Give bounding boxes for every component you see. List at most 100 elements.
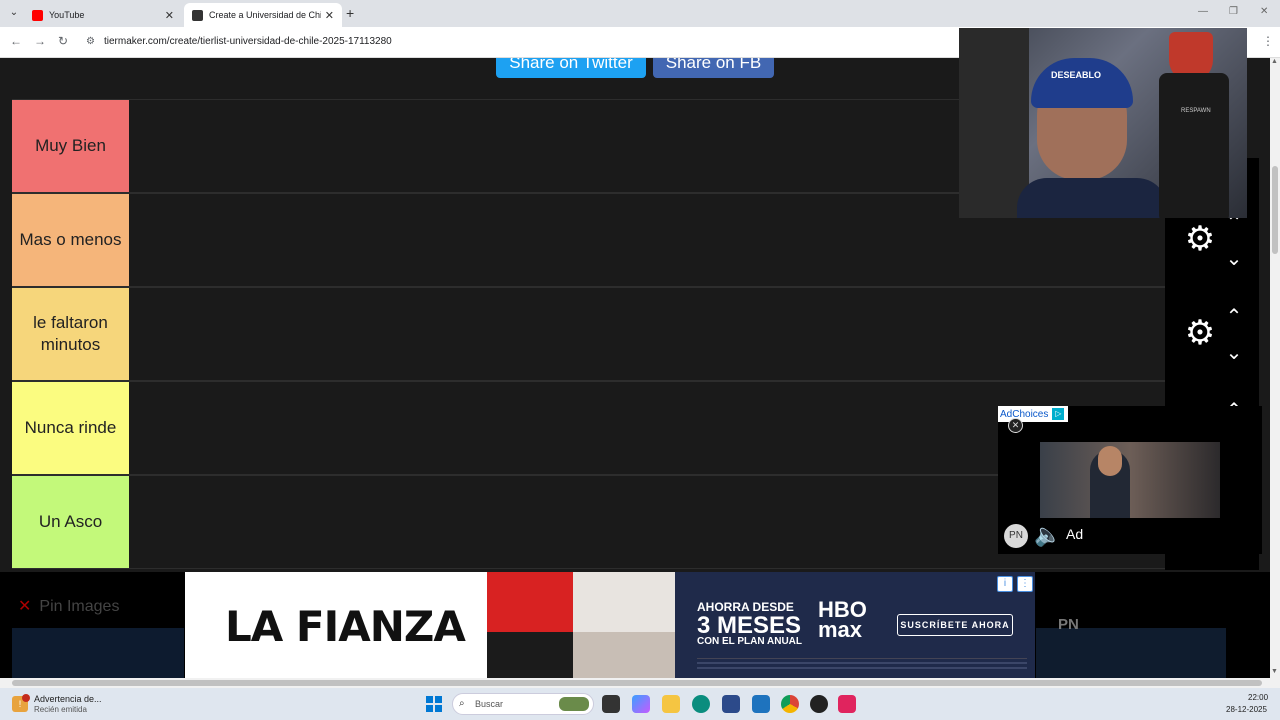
fine-print — [697, 658, 1027, 672]
collage-image — [573, 632, 675, 678]
cap-text: DESEABLO — [1051, 70, 1102, 80]
adchoices-label: AdChoices — [1000, 408, 1049, 420]
pn-badge: PN — [1004, 524, 1028, 548]
scroll-up-icon[interactable]: ▲ — [1271, 58, 1278, 65]
collage-image — [487, 632, 573, 678]
share-twitter-button[interactable]: Share on Twitter — [496, 58, 646, 78]
minimize-icon[interactable]: — — [1198, 6, 1208, 17]
horizontal-scrollbar[interactable] — [0, 678, 1280, 688]
search-highlight-image — [559, 697, 589, 711]
task-view-icon[interactable] — [602, 695, 620, 713]
pn-badge: PN — [1058, 616, 1079, 633]
taskbar-search[interactable]: ⌕ Buscar — [452, 693, 594, 715]
tier-label[interactable]: Nunca rinde — [12, 382, 129, 474]
copilot-icon[interactable] — [632, 695, 650, 713]
collage-image — [487, 572, 573, 632]
notification-dot — [22, 694, 30, 702]
chevron-up-icon[interactable]: ⌃ — [1223, 304, 1245, 329]
speaker-icon[interactable]: 🔈 — [1034, 522, 1061, 548]
tier-drop-zone[interactable] — [129, 288, 1165, 380]
webcam-overlay: DESEABLO RESPAWN — [959, 28, 1247, 218]
notification-title[interactable]: Advertencia de... — [34, 694, 102, 704]
ad-options-icon[interactable]: ⋮ — [1017, 576, 1033, 592]
streamer-body — [1017, 178, 1167, 218]
subscribe-button[interactable]: SUSCRÍBETE AHORA — [897, 614, 1013, 636]
ad-person-face — [1098, 446, 1122, 476]
close-tab-icon[interactable]: ✕ — [325, 9, 334, 22]
ad-info-icon[interactable]: i — [997, 576, 1013, 592]
vertical-scrollbar[interactable]: ▲ ▼ — [1270, 58, 1280, 678]
tier-label[interactable]: le faltaron minutos — [12, 288, 129, 380]
scrollbar-thumb[interactable] — [12, 680, 1262, 686]
banner-promo: AHORRA DESDE 3 MESES CON EL PLAN ANUAL H… — [675, 572, 1035, 678]
app-icon[interactable] — [810, 695, 828, 713]
browser-tab-bar: ⌄ YouTube ✕ Create a Universidad de Chil… — [0, 0, 1280, 27]
store-icon[interactable] — [722, 695, 740, 713]
outlook-icon[interactable] — [752, 695, 770, 713]
adchoices-badge[interactable]: AdChoices ▷ — [998, 406, 1068, 422]
tab-title: YouTube — [49, 10, 85, 20]
share-facebook-button[interactable]: Share on FB — [653, 58, 774, 78]
file-explorer-icon[interactable] — [662, 695, 680, 713]
search-placeholder: Buscar — [475, 699, 504, 709]
gear-icon[interactable]: ⚙ — [1183, 222, 1217, 256]
tab-title: Create a Universidad de Chile Ti — [209, 10, 321, 20]
url-field[interactable]: tiermaker.com/create/tierlist-universida… — [104, 36, 392, 47]
ad-video[interactable] — [1040, 442, 1220, 518]
edge-icon[interactable] — [692, 695, 710, 713]
video-ad-popup: AdChoices ▷ ✕ PN 🔈 Ad — [998, 406, 1262, 554]
chevron-down-icon[interactable]: ⌄ — [1223, 340, 1245, 365]
notification-subtitle: Recién emitida — [34, 705, 87, 714]
brand-bottom: max — [818, 617, 863, 642]
tiermaker-favicon-icon — [192, 9, 203, 21]
chevron-down-icon[interactable]: ⌄ — [1223, 246, 1245, 271]
collage-image — [573, 572, 675, 632]
ad-label: Ad — [1066, 526, 1084, 542]
pinned-image-thumbnails — [12, 628, 184, 678]
close-tab-icon[interactable]: ✕ — [165, 9, 174, 22]
scroll-down-icon[interactable]: ▼ — [1271, 668, 1278, 675]
restore-icon[interactable]: ❐ — [1229, 6, 1238, 17]
banner-collage — [487, 572, 675, 678]
adchoices-icon: ▷ — [1052, 408, 1065, 420]
clock-date[interactable]: 28-12-2025 — [1226, 705, 1267, 714]
youtube-favicon-icon — [32, 9, 43, 21]
tier-label[interactable]: Muy Bien — [12, 100, 129, 192]
chair — [1159, 73, 1229, 218]
pin-images-toggle[interactable]: ✕ Pin Images — [18, 596, 119, 616]
chrome-icon[interactable] — [781, 695, 799, 713]
tab-tiermaker[interactable]: Create a Universidad de Chile Ti ✕ — [184, 3, 342, 27]
close-window-icon[interactable]: ✕ — [1260, 6, 1268, 17]
bottom-ad-strip: ✕ Pin Images LA FIANZA AHORRA DESDE 3 MES… — [0, 572, 1270, 678]
tier-row: Un Asco — [12, 475, 1165, 569]
site-info-icon[interactable]: ⚙ — [86, 36, 95, 47]
tab-youtube[interactable]: YouTube ✕ — [24, 3, 182, 27]
windows-taskbar: ! Advertencia de... Recién emitida ⌕ Bus… — [0, 688, 1280, 720]
tab-list-chevron-icon[interactable]: ⌄ — [6, 5, 22, 21]
pin-images-label: Pin Images — [39, 598, 120, 615]
clock-time[interactable]: 22:00 — [1248, 693, 1268, 702]
banner-left: LA FIANZA — [185, 572, 485, 678]
close-icon: ✕ — [18, 598, 32, 615]
search-icon: ⌕ — [459, 698, 465, 709]
scrollbar-thumb[interactable] — [1272, 166, 1278, 254]
forward-icon[interactable]: → — [34, 34, 46, 48]
chair-brand: RESPAWN — [1181, 108, 1211, 114]
tier-row: Nunca rinde — [12, 381, 1165, 475]
windows-start-icon[interactable] — [426, 696, 442, 712]
tier-label[interactable]: Mas o menos — [12, 194, 129, 286]
tier-label[interactable]: Un Asco — [12, 476, 129, 568]
new-tab-plus-icon[interactable]: + — [346, 5, 354, 21]
back-icon[interactable]: ← — [10, 34, 22, 48]
shelf — [959, 28, 1029, 218]
banner-title: LA FIANZA — [225, 602, 466, 651]
tier-row: le faltaron minutos — [12, 287, 1165, 381]
gear-icon[interactable]: ⚙ — [1183, 316, 1217, 350]
streamer-cap — [1031, 58, 1133, 108]
close-icon[interactable]: ✕ — [1008, 418, 1023, 433]
pinned-image-thumbnails — [1036, 628, 1226, 678]
ad-banner[interactable]: LA FIANZA AHORRA DESDE 3 MESES CON EL PL… — [185, 572, 1035, 678]
browser-menu-icon[interactable]: ⋮ — [1262, 34, 1274, 48]
reload-icon[interactable]: ↻ — [58, 34, 68, 48]
tiktok-icon[interactable] — [838, 695, 856, 713]
